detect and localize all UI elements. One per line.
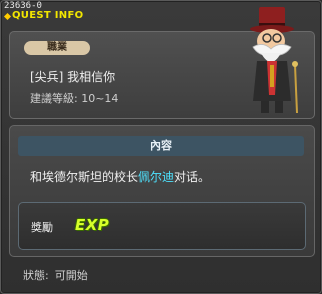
content-text: 和埃德尔斯坦的校长佩尔迪对话。 <box>30 168 210 185</box>
quest-info-window: 23636-0 QUEST INFO 職業 [尖兵] 我相信你 建議等級: 10… <box>0 0 322 294</box>
title-diamond-icon <box>3 12 12 21</box>
content-text-before: 和埃德尔斯坦的校长 <box>30 170 139 184</box>
window-title: QUEST INFO <box>12 10 84 21</box>
job-badge: 職業 <box>24 41 90 55</box>
npc-portrait <box>250 7 298 114</box>
content-header: 內容 <box>18 136 304 156</box>
status-value: 可開始 <box>54 269 88 282</box>
reward-label: 獎勵 <box>31 221 53 234</box>
reward-box: 獎勵 EXP <box>18 202 306 250</box>
content-text-after: 对话。 <box>174 170 211 184</box>
recommended-level: 建議等級: 10~14 <box>30 92 119 105</box>
npc-name-link[interactable]: 佩尔迪 <box>138 170 174 184</box>
exp-reward-icon[interactable]: EXP <box>75 216 109 234</box>
quest-status: 狀態: 可開始 <box>23 267 88 283</box>
status-label: 狀態: <box>23 269 49 282</box>
content-panel: 內容 和埃德尔斯坦的校长佩尔迪对话。 獎勵 EXP <box>9 125 315 257</box>
quest-name: [尖兵] 我相信你 <box>30 70 116 84</box>
